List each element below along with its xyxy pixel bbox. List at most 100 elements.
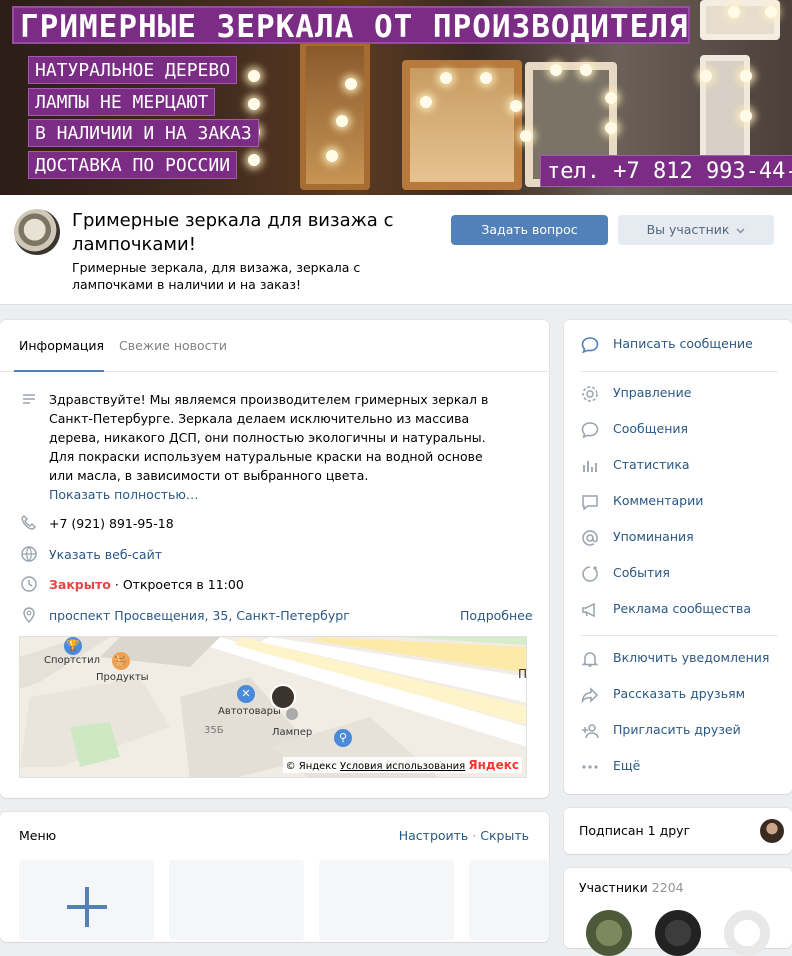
cover-banner: ГРИМЕРНЫЕ ЗЕРКАЛА ОТ ПРОИЗВОДИТЕЛЯ НАТУР… <box>0 0 792 195</box>
add-user-icon <box>582 724 599 739</box>
bulb-decoration <box>728 6 740 18</box>
configure-menu-link[interactable]: Настроить <box>399 828 469 843</box>
description-icon <box>23 394 35 404</box>
subscribed-friends[interactable]: Подписан 1 друг <box>564 808 792 854</box>
menu-title: Меню <box>19 828 57 843</box>
opening-hours: Закрыто · Откроется в 11:00 <box>49 577 244 592</box>
location-dot-icon <box>286 708 298 720</box>
bulb-decoration <box>480 72 492 84</box>
members-count: 2204 <box>651 880 684 895</box>
message-icon <box>581 337 599 354</box>
map-label: Лампер <box>272 727 313 738</box>
tab-news[interactable]: Свежие новости <box>119 338 227 353</box>
actions-sidebar: Написать сообщение Управление Сообщения … <box>564 320 792 794</box>
sport-poi-icon[interactable]: 🏆 <box>64 637 82 655</box>
sidebar-item-invite[interactable]: Пригласить друзей <box>580 719 780 743</box>
write-message-action[interactable]: Написать сообщение <box>580 333 780 357</box>
divider <box>580 635 778 636</box>
info-tabs: Информация Свежие новости <box>0 320 549 372</box>
sidebar-item-label: Комментарии <box>613 493 704 508</box>
members-label: Участники <box>579 880 648 895</box>
bulb-decoration <box>510 100 522 112</box>
bulb-decoration <box>248 98 260 110</box>
bulb-decoration <box>440 72 452 84</box>
sidebar-item-share[interactable]: Рассказать друзьям <box>580 683 780 707</box>
sidebar-item-manage[interactable]: Управление <box>580 382 780 406</box>
contact-phone[interactable]: +7 (921) 891-95-18 <box>49 516 174 531</box>
mirror-image <box>300 40 370 190</box>
add-menu-item-button[interactable] <box>19 860 154 940</box>
menu-card: Меню Настроить · Скрыть <box>0 812 549 942</box>
bulb-decoration <box>605 92 617 104</box>
location-map[interactable]: 🏆 Спортстил 🧺 Продукты ✕ Автотовары 35Б … <box>19 636 527 778</box>
banner-title: ГРИМЕРНЫЕ ЗЕРКАЛА ОТ ПРОИЗВОДИТЕЛЯ <box>12 6 690 45</box>
chat-icon <box>581 422 599 439</box>
group-avatar[interactable] <box>14 209 60 255</box>
group-name: Гримерные зеркала для визажа с лампочкам… <box>72 210 394 255</box>
sidebar-item-mentions[interactable]: Упоминания <box>580 526 780 550</box>
address-link[interactable]: проспект Просвещения, 35, Санкт-Петербур… <box>49 608 350 623</box>
menu-item-placeholder <box>469 860 549 940</box>
sidebar-item-label: Упоминания <box>613 529 694 544</box>
event-icon <box>582 566 598 582</box>
divider <box>580 371 778 372</box>
bulb-decoration <box>605 122 617 134</box>
member-avatar[interactable] <box>655 910 701 956</box>
bulb-decoration <box>345 78 357 90</box>
sidebar-item-stats[interactable]: Статистика <box>580 454 780 478</box>
show-more-link[interactable]: Показать полностью… <box>49 487 198 502</box>
bulb-decoration <box>740 110 752 122</box>
member-avatar[interactable] <box>586 910 632 956</box>
member-button-label: Вы участник <box>646 222 730 237</box>
tab-information[interactable]: Информация <box>19 338 104 353</box>
sidebar-item-comments[interactable]: Комментарии <box>580 490 780 514</box>
friend-avatar[interactable] <box>760 819 784 843</box>
group-location-marker[interactable] <box>270 684 296 710</box>
auto-poi-icon[interactable]: ✕ <box>237 685 255 703</box>
yandex-logo[interactable]: Яндекс <box>468 758 519 772</box>
subscribed-label: Подписан 1 друг <box>579 823 691 838</box>
phone-icon <box>21 515 36 530</box>
map-label: Продукты <box>96 672 149 683</box>
group-status: Гримерные зеркала, для визажа, зеркала с… <box>72 260 361 292</box>
map-label: П <box>518 667 527 681</box>
mirror-image <box>402 60 522 190</box>
hide-menu-link[interactable]: Скрыть <box>480 828 529 843</box>
sidebar-item-ads[interactable]: Реклама сообщества <box>580 598 780 622</box>
sidebar-item-label: Статистика <box>613 457 690 472</box>
member-dropdown-button[interactable]: Вы участник <box>618 215 774 245</box>
banner-tag: ДОСТАВКА ПО РОССИИ <box>28 151 238 179</box>
members-block: Участники 2204 <box>564 868 792 956</box>
group-header: Гримерные зеркала для визажа с лампочкам… <box>0 195 792 305</box>
map-terms-link[interactable]: Условия использования <box>340 761 465 772</box>
bulb-decoration <box>520 130 532 142</box>
sidebar-item-label: События <box>613 565 670 580</box>
ask-question-button[interactable]: Задать вопрос <box>451 215 608 245</box>
grocery-poi-icon[interactable]: 🧺 <box>112 652 130 670</box>
members-header[interactable]: Участники 2204 <box>579 880 684 895</box>
add-website-link[interactable]: Указать веб-сайт <box>49 547 162 562</box>
sidebar-item-label: Рассказать друзьям <box>613 686 746 701</box>
details-link[interactable]: Подробнее <box>460 608 533 623</box>
menu-actions-separator: · <box>472 828 477 843</box>
chevron-down-icon <box>736 228 745 233</box>
sidebar-item-events[interactable]: События <box>580 562 780 586</box>
banner-phone: тел. +7 812 993-44-53 <box>540 155 792 187</box>
bulb-decoration <box>700 70 712 82</box>
bulb-decoration <box>248 154 260 166</box>
sidebar-item-label: Управление <box>613 385 692 400</box>
comment-icon <box>582 495 598 511</box>
gear-icon <box>582 386 598 402</box>
sidebar-item-notifications[interactable]: Включить уведомления <box>580 647 780 671</box>
bulb-decoration <box>336 115 348 127</box>
menu-item-placeholder <box>319 860 454 940</box>
more-icon <box>582 765 598 769</box>
member-avatar[interactable] <box>724 910 770 956</box>
tab-indicator <box>14 370 104 372</box>
sidebar-item-more[interactable]: Ещё <box>580 755 780 779</box>
pharmacy-poi-icon[interactable]: ⚲ <box>334 729 352 747</box>
plus-icon <box>85 887 89 927</box>
stats-icon <box>583 461 597 472</box>
location-pin-icon <box>23 607 35 623</box>
sidebar-item-messages[interactable]: Сообщения <box>580 418 780 442</box>
